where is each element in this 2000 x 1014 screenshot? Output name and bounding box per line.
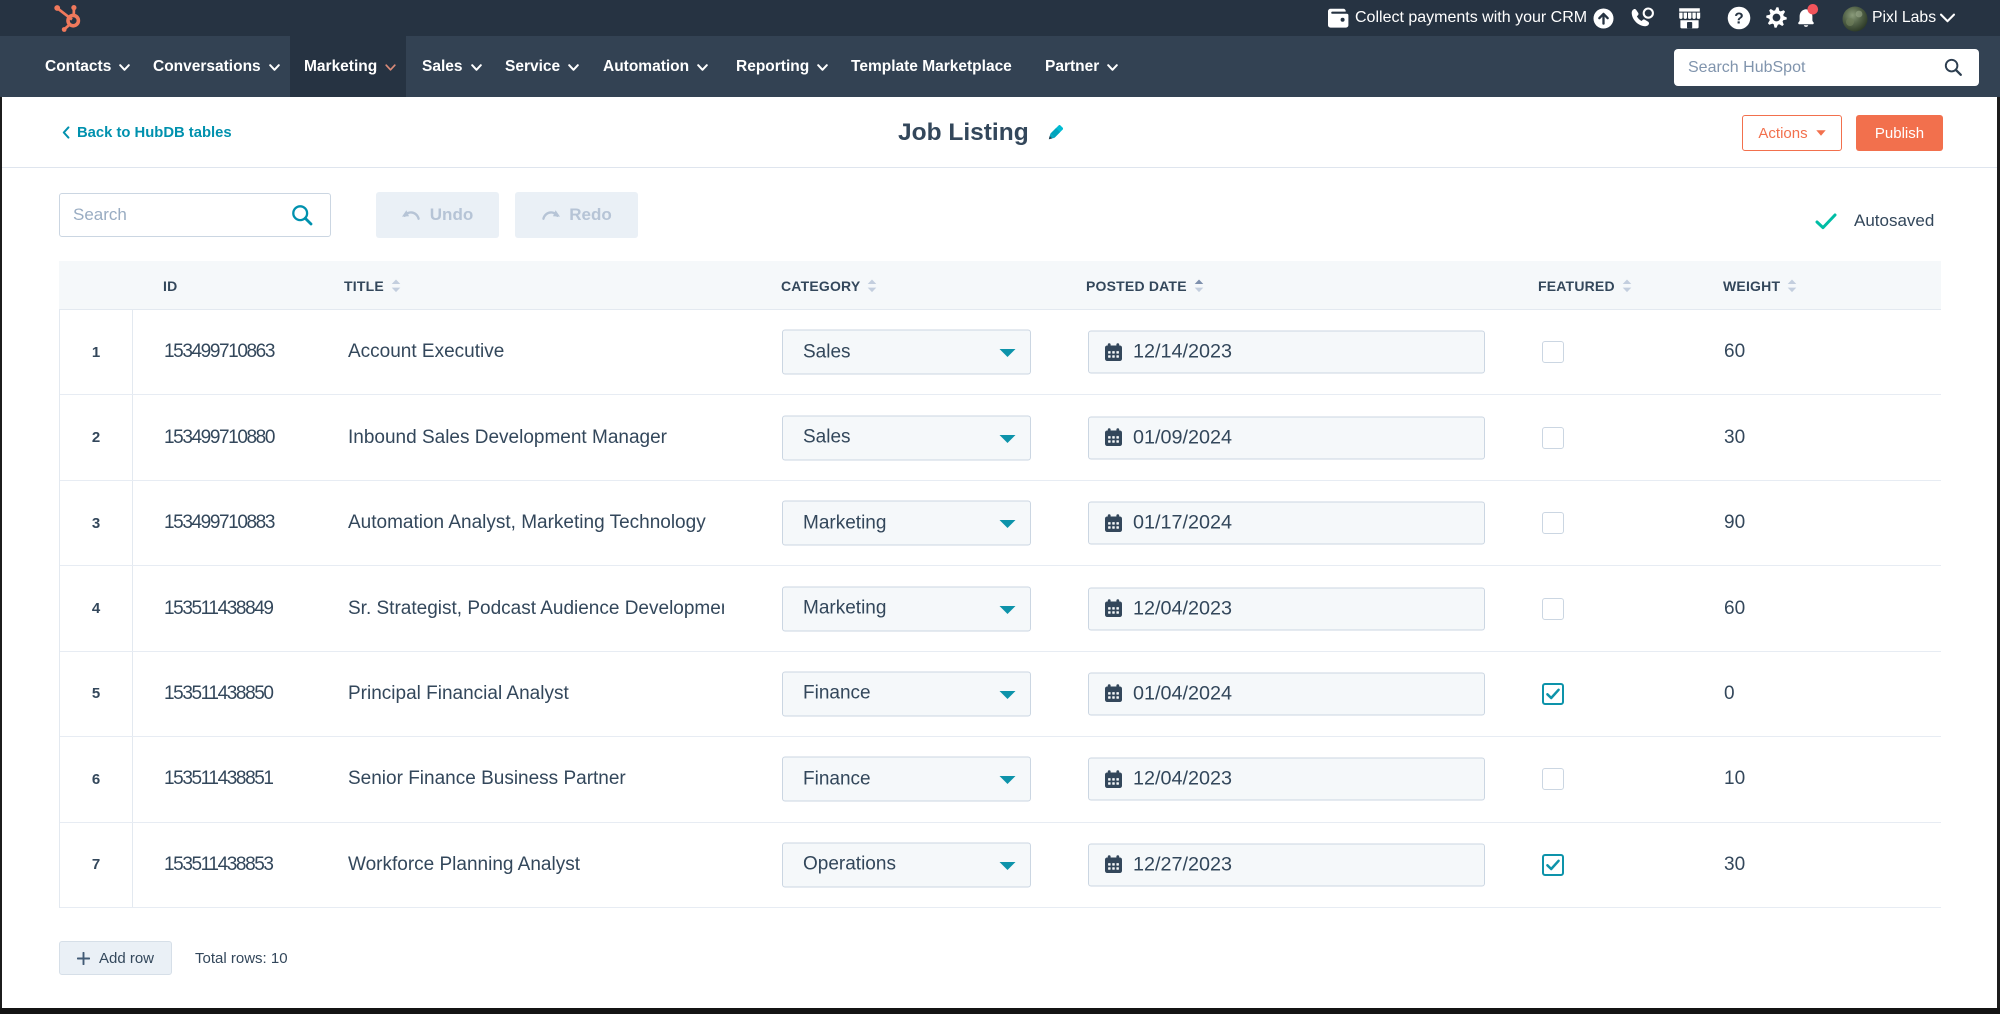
- svg-text:?: ?: [1734, 11, 1743, 28]
